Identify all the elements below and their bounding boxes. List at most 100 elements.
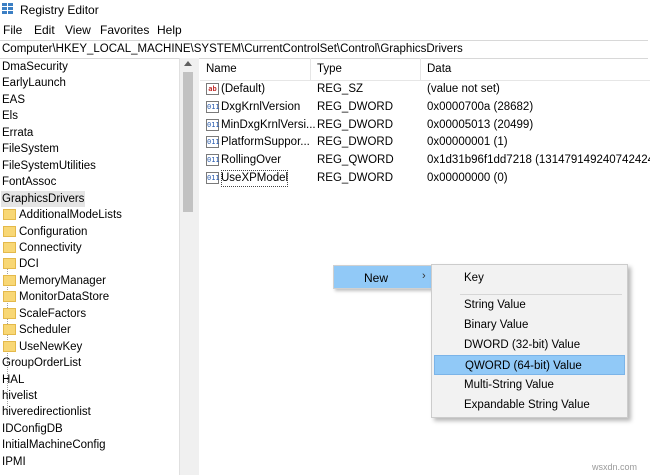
value-data: 0x1d31b96f1dd7218 (131479149240742424) [427,154,650,167]
tree-item[interactable]: hiveredirectionlist [0,404,179,420]
tree-item-label: DCI [19,258,39,271]
tree-item-label: AdditionalModeLists [19,209,122,222]
tree-item[interactable]: GraphicsDrivers [0,190,179,207]
tree-item[interactable]: FileSystem [0,141,179,157]
tree-item-label: Configuration [19,225,88,238]
watermark: wsxdn.com [592,462,638,472]
tree-item[interactable]: UseNewKey [0,339,179,355]
new-label: New [364,271,389,285]
menu-item-dword-value[interactable]: DWORD (32-bit) Value [434,335,625,355]
value-name: (Default) [221,83,266,95]
tree-item[interactable]: DCI [0,256,179,272]
scroll-thumb[interactable] [183,72,193,212]
tree-item-label: Errata [2,126,34,139]
folder-icon [3,274,16,286]
tree-item[interactable]: Configuration [0,224,179,240]
tree-item-label: GroupOrderList [2,357,82,370]
menu-item-expandable-string-value[interactable]: Expandable String Value [434,395,625,415]
menu-view[interactable]: View [65,23,91,37]
tree-item[interactable]: IDConfigDB [0,421,179,437]
menu-bar: File Edit View Favorites Help [0,20,650,40]
value-row[interactable]: 011 PlatformSuppor... REG_DWORD 0x00000001 … [200,134,650,151]
tree-item-label: DmaSecurity [2,61,68,73]
column-data[interactable]: Data [427,63,451,75]
value-row[interactable]: 011 UseXPModel REG_DWORD 0x00000000 (0) [200,170,650,187]
menu-item-qword-value[interactable]: QWORD (64-bit) Value [434,355,625,375]
tree-item[interactable]: hivelist [0,388,179,404]
tree-scrollbar[interactable] [179,58,197,475]
registry-editor-icon [2,3,13,15]
tree-item-label: Connectivity [19,241,82,254]
folder-icon [3,225,16,237]
tree-item[interactable]: Els [0,108,179,124]
key-tree[interactable]: DmaSecurity EarlyLaunch EAS Els Errata FileSy… [0,58,179,475]
context-item-new[interactable]: New › [333,265,433,289]
tree-item-label: hiveredirectionlist [2,406,91,419]
value-data: (value not set) [427,83,500,95]
value-data: 0x00005013 (20499) [427,118,534,131]
tree-item-label: MemoryManager [19,274,106,287]
value-type: REG_DWORD [317,172,394,184]
menu-item-string-value[interactable]: String Value [434,295,625,315]
folder-icon [3,307,16,319]
tree-item-label: FileSystemUtilities [2,159,96,172]
binary-value-icon: 011 [206,172,220,184]
folder-icon [3,209,16,221]
new-submenu: Key String Value Binary Value DWORD (32-… [431,264,628,418]
tree-item[interactable]: HAL [0,372,179,388]
value-row[interactable]: 011 MinDxgKrnlVersi... REG_DWORD 0x00005013… [200,117,650,134]
tree-item-label: GraphicsDrivers [1,190,86,207]
menu-favorites[interactable]: Favorites [100,23,149,37]
binary-value-icon: 011 [206,136,220,149]
tree-item[interactable]: FileSystemUtilities [0,158,179,174]
value-data: 0x00000001 (1) [427,136,508,149]
tree-item[interactable]: MonitorDataStore [0,289,179,305]
tree-item[interactable]: Connectivity [0,240,179,256]
tree-item[interactable]: MemoryManager [0,273,179,289]
tree-item-label: ScaleFactors [19,307,87,320]
menu-file[interactable]: File [3,23,22,37]
binary-value-icon: 011 [206,118,220,131]
menu-edit[interactable]: Edit [34,23,55,37]
menu-item-binary-value[interactable]: Binary Value [434,315,625,335]
string-value-icon: ab [206,83,219,95]
value-row[interactable]: 011 RollingOver REG_QWORD 0x1d31b96f1dd7218… [200,152,650,169]
tree-item-label: Scheduler [19,324,71,337]
title-bar: Registry Editor [0,0,650,20]
tree-item[interactable]: EarlyLaunch [0,75,179,91]
folder-icon [3,340,16,352]
folder-icon [3,241,16,253]
tree-item-label: EarlyLaunch [2,77,66,90]
tree-item-label: IDConfigDB [2,422,63,435]
menu-item-multi-string-value[interactable]: Multi-String Value [434,375,625,395]
tree-item[interactable]: FontAssoc [0,174,179,190]
tree-item-label: HAL [2,373,25,386]
tree-item[interactable]: IPMI [0,454,179,470]
tree-item[interactable]: InitialMachineConfig [0,437,179,453]
column-type[interactable]: Type [317,63,342,75]
binary-value-icon: 011 [206,100,220,113]
tree-item-label: Els [2,110,18,123]
value-row[interactable]: ab (Default) REG_SZ (value not set) [200,81,650,98]
menu-item-key[interactable]: Key [434,268,625,288]
column-name[interactable]: Name [206,63,237,75]
tree-item[interactable]: Scheduler [0,322,179,338]
tree-item-label: IPMI [2,455,26,468]
pane-splitter[interactable] [197,58,199,475]
address-path[interactable]: Computer\HKEY_LOCAL_MACHINE\SYSTEM\Curre… [2,43,463,55]
tree-item-label: EAS [2,93,26,106]
scroll-up-arrow-icon[interactable] [184,61,192,66]
menu-help[interactable]: Help [157,23,182,37]
tree-item[interactable]: GroupOrderList [0,355,179,371]
value-type: REG_DWORD [317,136,394,149]
tree-item[interactable]: ScaleFactors [0,306,179,322]
tree-item[interactable]: DmaSecurity [0,59,179,75]
value-row[interactable]: 011 DxgKrnlVersion REG_DWORD 0x0000700a (28… [200,99,650,116]
tree-item[interactable]: AdditionalModeLists [0,207,179,223]
address-bar[interactable]: Computer\HKEY_LOCAL_MACHINE\SYSTEM\Curre… [0,40,648,59]
tree-item[interactable]: EAS [0,92,179,108]
value-type: REG_QWORD [317,154,394,167]
tree-item[interactable]: Errata [0,125,179,141]
value-name: UseXPModel [221,170,289,187]
value-name: PlatformSuppor... [221,136,310,149]
